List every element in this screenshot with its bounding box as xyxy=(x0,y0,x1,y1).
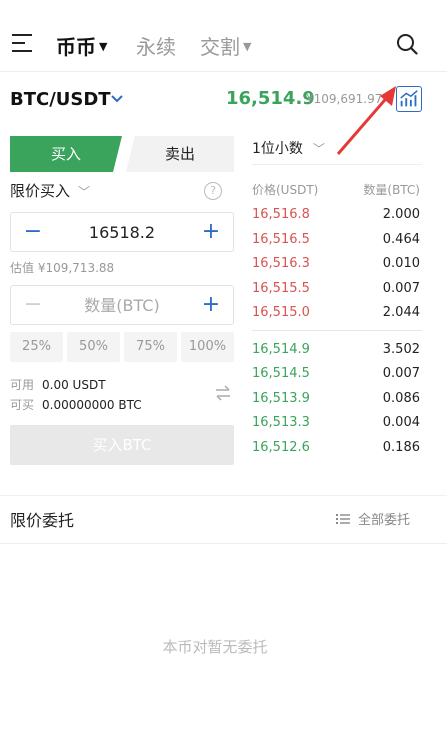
quantity-minus-button[interactable]: − xyxy=(11,286,55,324)
tab-perpetual[interactable]: 永续 xyxy=(136,31,176,60)
ask-quantity: 0.007 xyxy=(382,281,420,296)
ask-quantity: 2.044 xyxy=(382,305,420,320)
pair-name[interactable]: BTC/USDT xyxy=(10,89,111,110)
estimate-value: 估值 ¥109,713.88 xyxy=(10,261,115,275)
bid-price[interactable]: 16,514.5 xyxy=(252,366,310,381)
buyable-amount: 可买 0.00000000 BTC xyxy=(10,396,142,413)
chart-icon[interactable] xyxy=(396,86,422,112)
section-divider xyxy=(0,495,447,496)
ask-price[interactable]: 16,516.3 xyxy=(252,256,310,271)
order-type-label: 限价买入 xyxy=(10,182,71,200)
quantity-column-header: 数量(BTC) xyxy=(363,183,420,197)
quantity-input[interactable] xyxy=(55,286,189,324)
bid-price[interactable]: 16,513.9 xyxy=(252,391,310,406)
bid-price[interactable]: 16,512.6 xyxy=(252,440,310,455)
tab-sell[interactable]: 卖出 xyxy=(126,136,234,172)
ask-price[interactable]: 16,515.0 xyxy=(252,305,310,320)
last-price: 16,514.9 xyxy=(226,88,315,109)
caret-down-icon: ▼ xyxy=(243,40,252,53)
list-icon xyxy=(336,514,350,524)
percent-75-button[interactable]: 75% xyxy=(124,332,177,362)
hamburger-menu-icon[interactable] xyxy=(12,34,34,54)
ask-price[interactable]: 16,516.8 xyxy=(252,207,310,222)
divider xyxy=(252,164,422,165)
bid-price[interactable]: 16,513.3 xyxy=(252,415,310,430)
bid-quantity: 0.007 xyxy=(382,366,420,381)
bid-quantity: 3.502 xyxy=(382,342,420,357)
empty-orders-text: 本币对暂无委托 xyxy=(162,638,268,656)
tab-delivery-label: 交割 xyxy=(200,35,240,59)
percent-selector: 25% 50% 75% 100% xyxy=(10,332,234,362)
order-type-select[interactable]: 限价买入 ﹀ xyxy=(10,180,90,201)
quantity-plus-button[interactable]: + xyxy=(189,286,233,324)
price-plus-button[interactable]: + xyxy=(189,213,233,251)
ask-quantity: 0.464 xyxy=(382,232,420,247)
buyable-value: 0.00000000 BTC xyxy=(42,398,142,412)
quantity-stepper: − + xyxy=(10,285,234,325)
chevron-down-icon: ﹀ xyxy=(312,142,325,156)
bid-quantity: 0.086 xyxy=(382,391,420,406)
tab-delivery[interactable]: 交割 ▼ xyxy=(200,31,251,60)
precision-select[interactable]: 1位小数 ﹀ xyxy=(252,138,325,158)
available-value: 0.00 USDT xyxy=(42,378,106,392)
available-label: 可用 xyxy=(10,378,35,392)
tab-buy[interactable]: 买入 xyxy=(10,136,122,172)
tab-perpetual-label: 永续 xyxy=(136,35,176,59)
ask-price[interactable]: 16,515.5 xyxy=(252,281,310,296)
tab-spot[interactable]: 币币 ▼ xyxy=(56,31,107,60)
section-divider xyxy=(0,543,447,544)
help-icon[interactable]: ? xyxy=(204,182,222,200)
percent-25-button[interactable]: 25% xyxy=(10,332,63,362)
tab-spot-label: 币币 xyxy=(56,35,96,59)
chevron-down-icon: ﹀ xyxy=(78,185,91,199)
chevron-down-icon[interactable] xyxy=(110,92,124,106)
caret-down-icon: ▼ xyxy=(99,40,108,53)
search-icon[interactable] xyxy=(396,33,418,55)
ask-quantity: 0.010 xyxy=(382,256,420,271)
ask-quantity: 2.000 xyxy=(382,207,420,222)
percent-50-button[interactable]: 50% xyxy=(67,332,120,362)
price-column-header: 价格(USDT) xyxy=(252,183,319,197)
all-orders-link[interactable]: 全部委托 xyxy=(336,509,410,528)
bid-price[interactable]: 16,514.9 xyxy=(252,342,310,357)
percent-100-button[interactable]: 100% xyxy=(181,332,234,362)
price-stepper: − + xyxy=(10,212,234,252)
all-orders-label: 全部委托 xyxy=(358,513,411,528)
bid-quantity: 0.004 xyxy=(382,415,420,430)
buy-sell-tabs: 买入 卖出 xyxy=(10,136,234,172)
price-minus-button[interactable]: − xyxy=(11,213,55,251)
buy-btc-button[interactable]: 买入BTC xyxy=(10,425,234,465)
top-nav: 币币 ▼ 永续 交割 ▼ xyxy=(0,0,447,72)
bid-quantity: 0.186 xyxy=(382,440,420,455)
pair-header: BTC/USDT 16,514.9 ¥109,691.97 xyxy=(0,72,447,124)
orders-title: 限价委托 xyxy=(10,511,75,530)
buyable-label: 可买 xyxy=(10,398,35,412)
ask-price[interactable]: 16,516.5 xyxy=(252,232,310,247)
transfer-icon[interactable] xyxy=(214,384,232,402)
precision-label: 1位小数 xyxy=(252,141,303,157)
available-balance: 可用 0.00 USDT xyxy=(10,376,106,393)
price-input[interactable] xyxy=(55,213,189,251)
cny-price: ¥109,691.97 xyxy=(306,92,383,106)
orderbook-divider xyxy=(252,330,422,331)
